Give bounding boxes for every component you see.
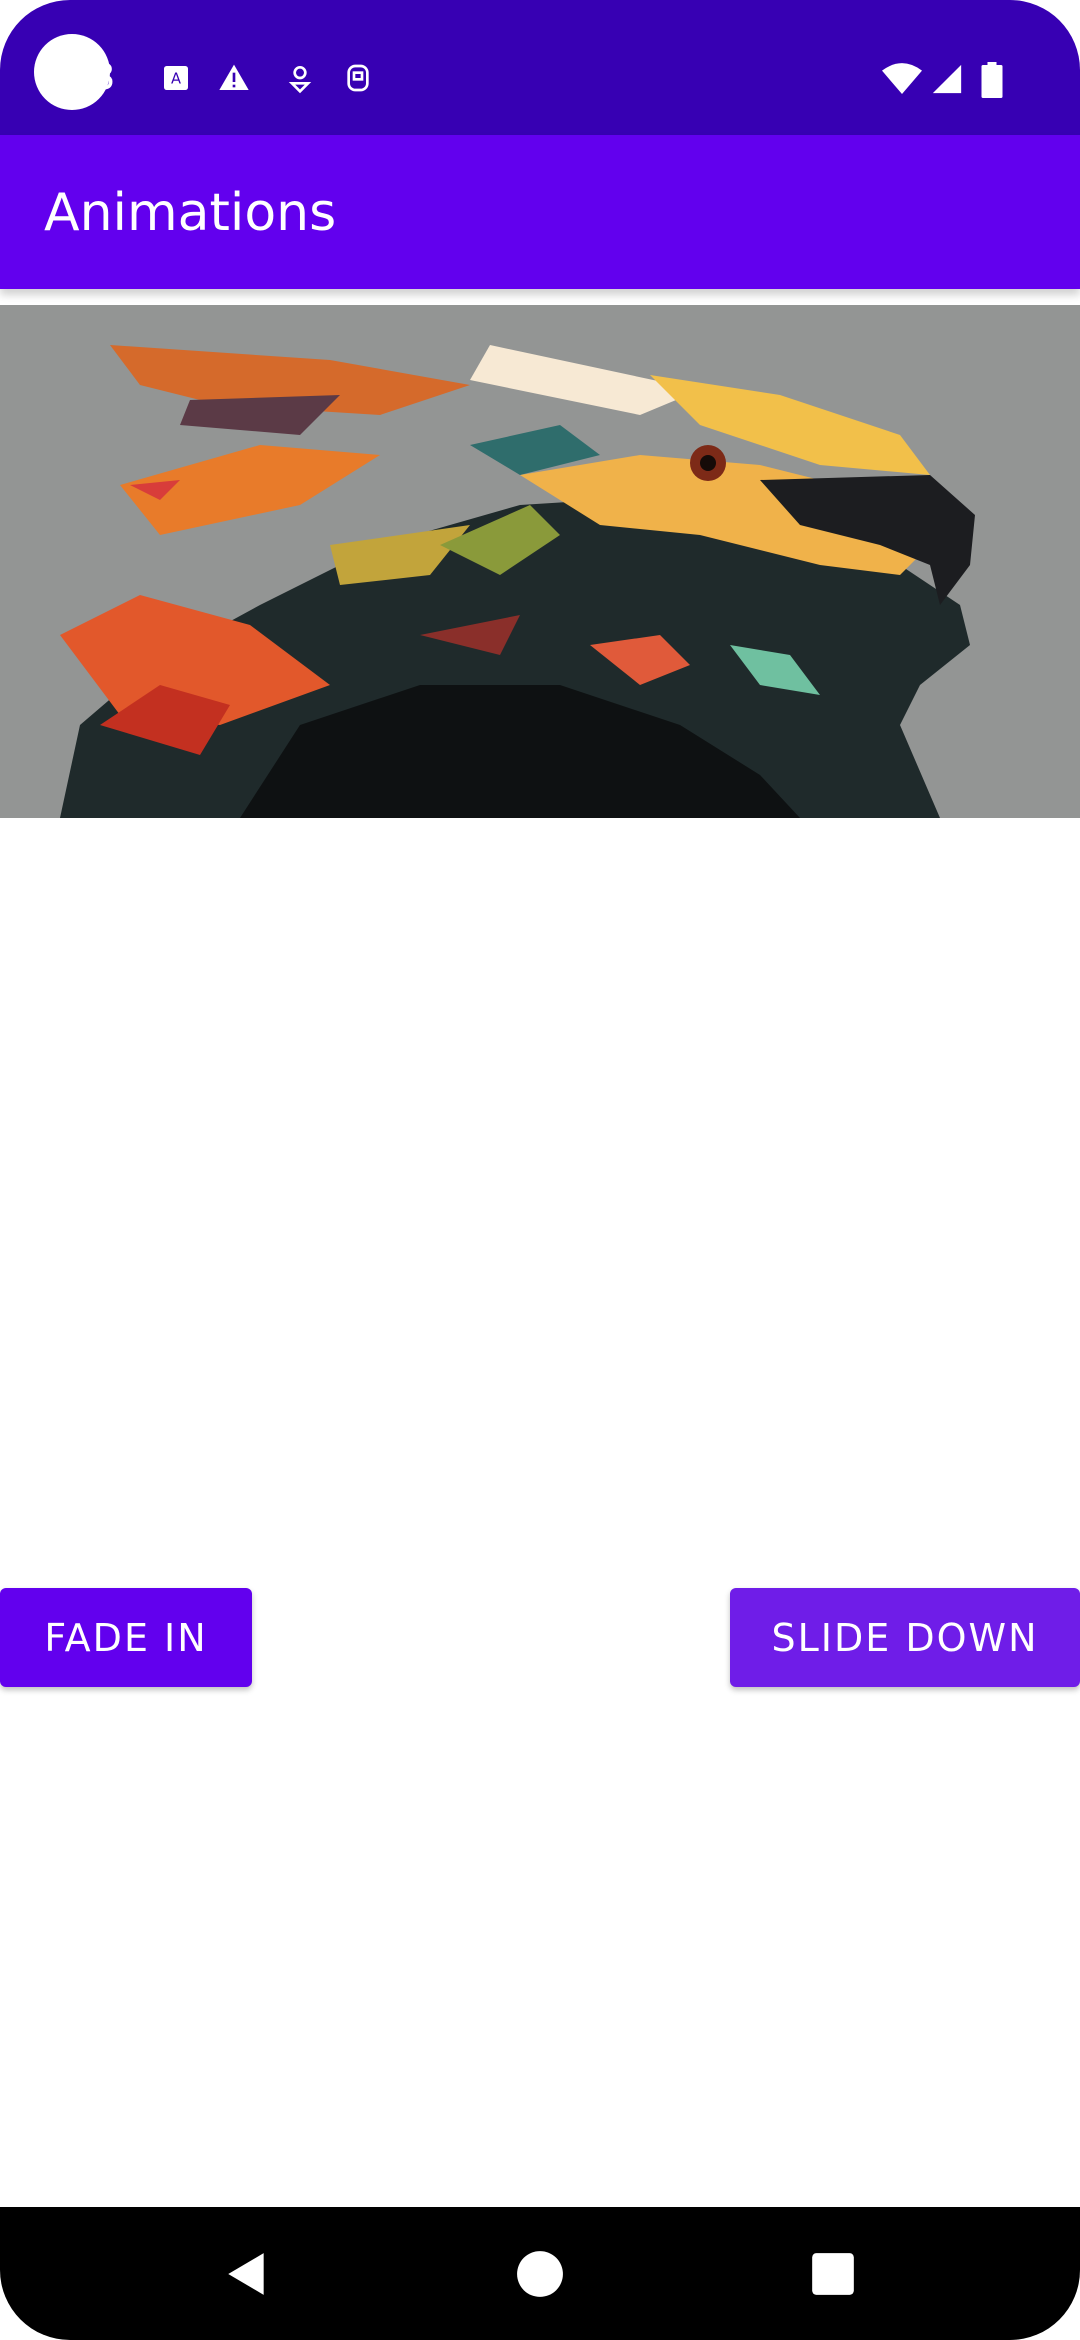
location-pin-icon <box>284 62 316 94</box>
phone-screen: 8 A Animations <box>0 0 1080 2340</box>
warning-icon <box>218 62 250 94</box>
recents-icon[interactable] <box>808 2249 858 2299</box>
camera-cutout <box>34 34 110 110</box>
status-bar: 8 A <box>0 0 1080 135</box>
a-badge-icon: A <box>160 62 192 94</box>
wifi-icon <box>882 62 922 96</box>
svg-text:A: A <box>171 70 181 87</box>
sim-card-icon <box>342 62 374 94</box>
slide-down-button[interactable]: SLIDE DOWN <box>730 1588 1080 1687</box>
back-icon[interactable] <box>222 2249 272 2299</box>
battery-icon <box>980 62 1004 98</box>
app-title: Animations <box>44 183 337 243</box>
hero-image <box>0 305 1080 818</box>
fade-in-button[interactable]: FADE IN <box>0 1588 252 1687</box>
home-icon[interactable] <box>515 2249 565 2299</box>
navigation-bar <box>0 2207 1080 2340</box>
app-bar: Animations <box>0 135 1080 289</box>
cell-signal-icon <box>930 62 964 96</box>
